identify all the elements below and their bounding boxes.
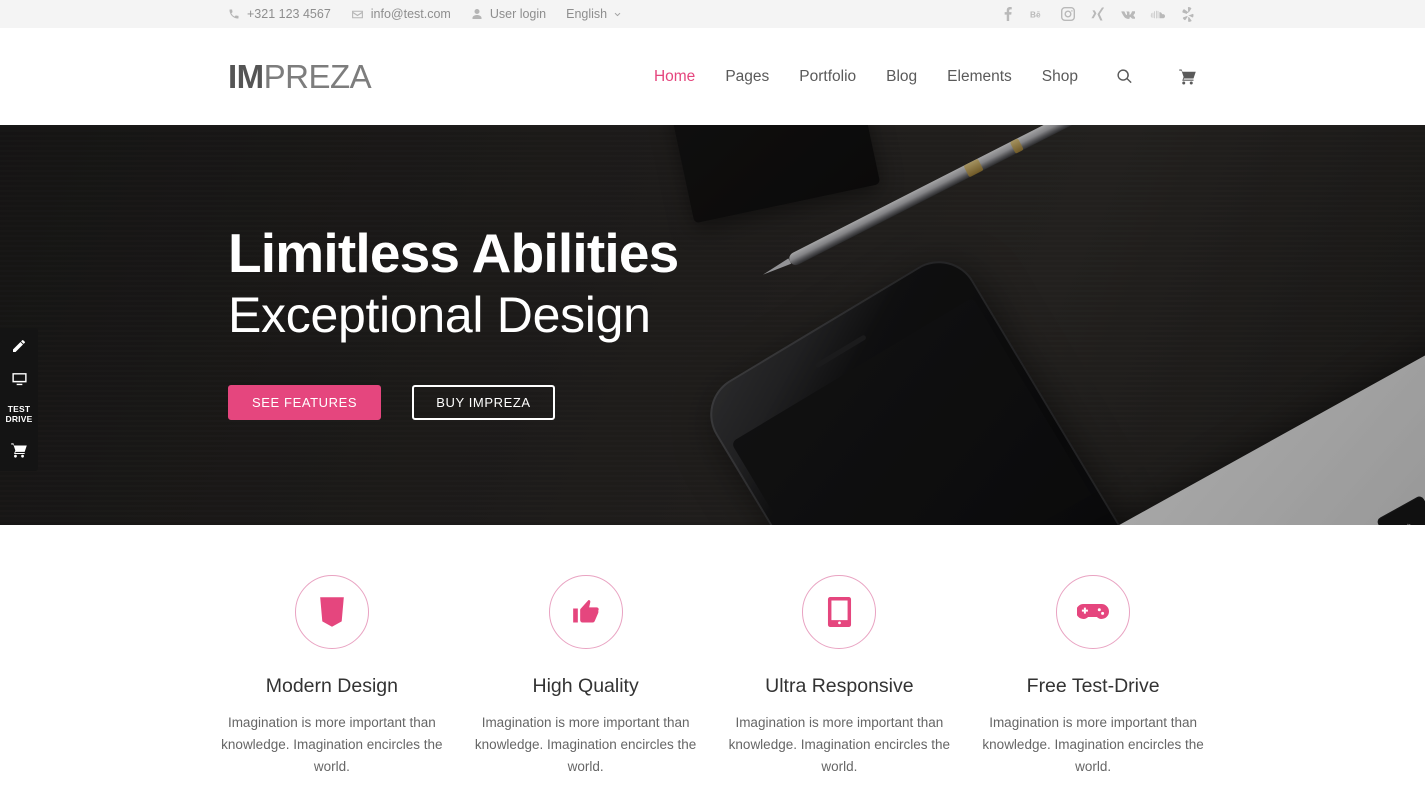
language-selector[interactable]: English [566,7,622,21]
hero-content: Limitless Abilities Exceptional Design S… [0,125,1425,525]
logo[interactable]: IMPREZA [228,57,372,96]
hero-section: ∨↓⇧↵/ActrlY⇧ Limitless Abilities Excepti… [0,125,1425,525]
top-bar-contact-group: +321 123 4567 info@test.com User login E… [228,7,622,21]
gamepad-icon [1056,575,1131,649]
nav-item-shop[interactable]: Shop [1042,68,1078,86]
buy-impreza-button[interactable]: BUY IMPREZA [412,385,555,421]
search-icon[interactable] [1116,68,1133,85]
site-header: IMPREZA Home Pages Portfolio Blog Elemen… [0,28,1425,125]
feature-description: Imagination is more important than knowl… [982,715,1204,774]
email-address: info@test.com [370,7,451,21]
phone-icon [228,8,240,20]
feature-description: Imagination is more important than knowl… [474,715,697,774]
nav-item-elements[interactable]: Elements [947,68,1012,86]
nav-item-pages[interactable]: Pages [725,68,769,86]
vk-icon[interactable] [1120,7,1135,22]
cart-icon[interactable] [8,442,30,459]
soundcloud-icon[interactable] [1150,7,1165,22]
email-item[interactable]: info@test.com [351,7,451,21]
behance-icon[interactable]: Bē [1030,7,1045,22]
see-features-button[interactable]: SEE FEATURES [228,385,382,421]
html5-icon [294,575,369,649]
facebook-icon[interactable] [1000,7,1015,22]
features-section: Modern Design Imagination is more import… [0,525,1425,778]
language-label: English [566,7,608,21]
feature-card-ultra-responsive: Ultra Responsive Imagination is more imp… [713,575,967,778]
top-bar: +321 123 4567 info@test.com User login E… [0,0,1425,28]
test-drive-label[interactable]: TEST DRIVE [5,404,33,425]
feature-title: Free Test-Drive [1026,675,1160,697]
nav-item-blog[interactable]: Blog [886,68,917,86]
user-login-item[interactable]: User login [471,7,546,21]
phone-number: +321 123 4567 [247,7,331,21]
cart-icon[interactable] [1178,68,1197,86]
hero-button-group: SEE FEATURES BUY IMPREZA [228,385,1197,421]
feature-card-free-test-drive: Free Test-Drive Imagination is more impo… [966,575,1220,778]
main-navigation: Home Pages Portfolio Blog Elements Shop [654,68,1197,86]
yelp-icon[interactable] [1180,6,1195,22]
nav-item-portfolio[interactable]: Portfolio [799,68,856,86]
user-login-label: User login [489,7,547,21]
test-drive-line2: DRIVE [5,413,33,424]
tablet-icon [802,575,877,649]
pencil-icon[interactable] [8,338,30,354]
logo-rest: PREZA [263,57,372,95]
envelope-icon [351,8,364,21]
side-panel: TEST DRIVE [0,328,38,471]
user-icon [471,8,483,20]
feature-title: Ultra Responsive [765,675,914,697]
monitor-icon[interactable] [8,371,30,388]
feature-description: Imagination is more important than knowl… [221,715,443,774]
feature-card-high-quality: High Quality Imagination is more importa… [459,575,713,778]
logo-bold: IM [228,57,264,95]
social-links: Bē [1000,6,1195,22]
feature-description: Imagination is more important than knowl… [728,715,951,774]
phone-item[interactable]: +321 123 4567 [228,7,331,21]
feature-title: Modern Design [265,675,398,697]
thumbs-up-icon [548,575,623,649]
hero-subheading: Exceptional Design [228,287,651,344]
chevron-down-icon [613,10,622,19]
feature-card-modern-design: Modern Design Imagination is more import… [205,575,459,778]
nav-item-home[interactable]: Home [654,68,695,86]
xing-icon[interactable] [1090,7,1105,22]
hero-heading: Limitless Abilities [228,221,679,284]
svg-text:Bē: Bē [1030,10,1041,19]
feature-title: High Quality [532,675,639,697]
instagram-icon[interactable] [1060,7,1075,22]
